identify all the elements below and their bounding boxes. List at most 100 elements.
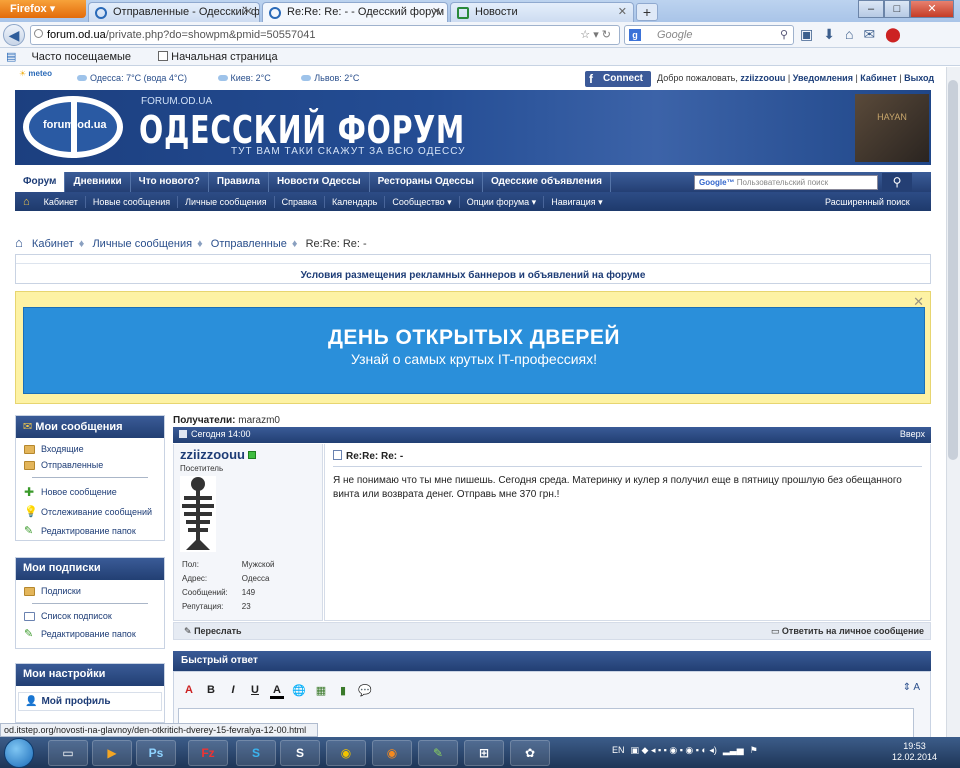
menu-diaries[interactable]: Дневники <box>65 172 131 192</box>
bookmarks-menu-icon[interactable]: ▣ <box>800 26 813 43</box>
browser-search-input[interactable]: g Google ⚲ <box>624 25 794 45</box>
firefox-menu-button[interactable]: Firefox ▾ <box>0 0 86 18</box>
scrollbar-thumb[interactable] <box>948 80 958 460</box>
forum-logo[interactable]: forum.od.ua <box>23 96 123 158</box>
menu-odessa-news[interactable]: Новости Одессы <box>269 172 370 192</box>
resize-editor-icon[interactable]: ⇕ A <box>903 682 920 693</box>
home-icon[interactable]: ⌂ <box>15 196 37 208</box>
minimize-button[interactable]: – <box>858 0 884 18</box>
back-to-top-link[interactable]: Вверх <box>900 429 925 439</box>
sidebar-item-sent[interactable]: Отправленные <box>16 457 164 473</box>
close-window-button[interactable]: ✕ <box>910 0 954 18</box>
network-taskbar-icon[interactable]: ⊞ <box>464 740 504 766</box>
search-magnifier-icon[interactable]: ⚲ <box>780 28 788 41</box>
explorer-taskbar-icon[interactable]: ▭ <box>48 740 88 766</box>
language-indicator[interactable]: EN <box>612 745 625 756</box>
reply-button[interactable]: ▭ Ответить на личное сообщение <box>771 626 924 637</box>
italic-icon[interactable]: I <box>226 684 240 699</box>
maximize-button[interactable]: □ <box>884 0 910 18</box>
breadcrumb-private-messages[interactable]: Личные сообщения <box>92 238 192 250</box>
weather-lviv[interactable]: Львов: 2°C <box>301 73 373 83</box>
close-tab-icon[interactable]: ✕ <box>432 5 441 18</box>
submenu-help[interactable]: Справка <box>275 195 325 208</box>
forward-button[interactable]: ✎ Переслать <box>184 626 242 637</box>
advanced-search-link[interactable]: Расширенный поиск <box>825 197 910 207</box>
forum-search-input[interactable]: Google™ Пользовательский поиск <box>694 175 878 190</box>
bookmark-star-icon[interactable]: ☆ ▾ ↻ <box>580 28 611 41</box>
submenu-navigation[interactable]: Навигация ▾ <box>544 196 609 208</box>
app-s-taskbar-icon[interactable]: S <box>280 740 320 766</box>
home-icon[interactable]: ⌂ <box>845 26 853 43</box>
close-tab-icon[interactable]: ✕ <box>244 5 253 18</box>
font-icon[interactable]: A <box>182 684 196 699</box>
username-link[interactable]: zziizzoouu <box>740 73 785 83</box>
new-tab-button[interactable]: + <box>636 3 658 21</box>
menu-classifieds[interactable]: Одесские объявления <box>483 172 611 192</box>
bookmark-most-visited[interactable]: ▤ Часто посещаемые <box>6 51 143 63</box>
menu-restaurants[interactable]: Рестораны Одессы <box>370 172 483 192</box>
sidebar-item-subscriptions[interactable]: Подписки <box>16 583 164 599</box>
tab-sent[interactable]: Отправленные - Одесский форум ✕ <box>88 2 260 22</box>
sidebar-item-my-profile[interactable]: 👤 Мой профиль <box>18 692 162 711</box>
media-player-taskbar-icon[interactable]: ▶ <box>92 740 132 766</box>
submenu-new-posts[interactable]: Новые сообщения <box>86 195 179 208</box>
forum-search-button[interactable]: ⚲ <box>882 173 912 191</box>
editor-taskbar-icon[interactable]: ✎ <box>418 740 458 766</box>
notifications-link[interactable]: Уведомления <box>793 73 853 83</box>
addons-icon[interactable]: ✉ <box>863 26 875 43</box>
submenu-private-messages[interactable]: Личные сообщения <box>178 195 275 208</box>
submenu-forum-options[interactable]: Опции форума ▾ <box>460 195 545 208</box>
sidebar-item-edit-folders[interactable]: ✎ Редактирование папок <box>16 624 164 643</box>
tray-icons[interactable]: ▣ ◆ ◂ ▪ ▪ ◉ ▪ ◉ ▪ ◐ ◂) <box>631 745 717 756</box>
close-tab-icon[interactable]: ✕ <box>618 5 627 18</box>
submenu-cabinet[interactable]: Кабинет <box>37 195 86 208</box>
post-author[interactable]: zziizzoouu <box>180 447 256 462</box>
image-icon[interactable]: ▦ <box>314 684 328 699</box>
submenu-community[interactable]: Сообщество ▾ <box>385 195 460 208</box>
menu-whats-new[interactable]: Что нового? <box>131 172 209 192</box>
downloads-icon[interactable]: ⬇ <box>823 26 835 43</box>
quote-icon[interactable]: 💬 <box>358 684 372 699</box>
menu-rules[interactable]: Правила <box>209 172 269 192</box>
skype-taskbar-icon[interactable]: S <box>236 740 276 766</box>
tab-news[interactable]: Новости ✕ <box>450 2 634 22</box>
promo-ad-link[interactable]: ДЕНЬ ОТКРЫТЫХ ДВЕРЕЙ Узнай о самых круты… <box>23 307 925 394</box>
weather-kiev[interactable]: Киев: 2°C <box>217 73 285 83</box>
underline-icon[interactable]: U <box>248 684 262 699</box>
meteo-logo[interactable]: ☀ meteo <box>19 69 52 78</box>
flag-icon[interactable]: ⚑ <box>750 745 758 756</box>
sidebar-item-new-message[interactable]: ✚ Новое сообщение <box>16 482 164 502</box>
start-button[interactable] <box>4 738 34 768</box>
album-cover-image[interactable]: HAYAN <box>855 94 929 162</box>
address-bar[interactable]: forum.od.ua/private.php?do=showpm&pmid=5… <box>30 25 620 45</box>
chrome-taskbar-icon[interactable]: ◉ <box>326 740 366 766</box>
adblock-icon[interactable]: ⬤ <box>885 26 901 43</box>
paint-taskbar-icon[interactable]: ✿ <box>510 740 550 766</box>
link-icon[interactable]: 🌐 <box>292 684 306 699</box>
menu-forum[interactable]: Форум <box>15 172 66 192</box>
back-button[interactable]: ◀ <box>3 24 25 46</box>
sidebar-item-tracking[interactable]: 💡 Отслеживание сообщений <box>16 502 164 521</box>
submenu-calendar[interactable]: Календарь <box>325 195 386 208</box>
forum-header-banner[interactable]: forum.od.ua FORUM.OD.UA ОДЕССКИЙ ФОРУМ Т… <box>15 90 931 165</box>
recipient-name[interactable]: marazm0 <box>238 415 280 426</box>
breadcrumb-cabinet[interactable]: Кабинет <box>32 238 74 250</box>
sidebar-item-subscription-list[interactable]: Список подписок <box>16 608 164 624</box>
facebook-connect-button[interactable]: f Connect <box>585 71 651 87</box>
breadcrumb-sent[interactable]: Отправленные <box>211 238 287 250</box>
filezilla-taskbar-icon[interactable]: Fz <box>188 740 228 766</box>
site-identity-icon[interactable] <box>34 29 43 38</box>
bold-icon[interactable]: B <box>204 684 218 699</box>
home-icon[interactable]: ⌂ <box>15 235 23 250</box>
sidebar-item-edit-folders[interactable]: ✎ Редактирование папок <box>16 521 164 540</box>
ad-rules-link[interactable]: Условия размещения рекламных баннеров и … <box>16 263 930 281</box>
text-color-icon[interactable]: A <box>270 684 284 699</box>
tab-current[interactable]: Re:Re: Re: - - Одесский форум ✕ <box>262 2 448 22</box>
video-icon[interactable]: ▮ <box>336 684 350 699</box>
taskbar-clock[interactable]: 19:53 12.02.2014 <box>892 741 937 763</box>
photoshop-taskbar-icon[interactable]: Ps <box>136 740 176 766</box>
google-engine-icon[interactable]: g <box>629 29 641 41</box>
signal-icon[interactable]: ▂▃▅ <box>723 745 744 756</box>
avatar[interactable] <box>180 476 216 552</box>
logout-link[interactable]: Выход <box>904 73 934 83</box>
